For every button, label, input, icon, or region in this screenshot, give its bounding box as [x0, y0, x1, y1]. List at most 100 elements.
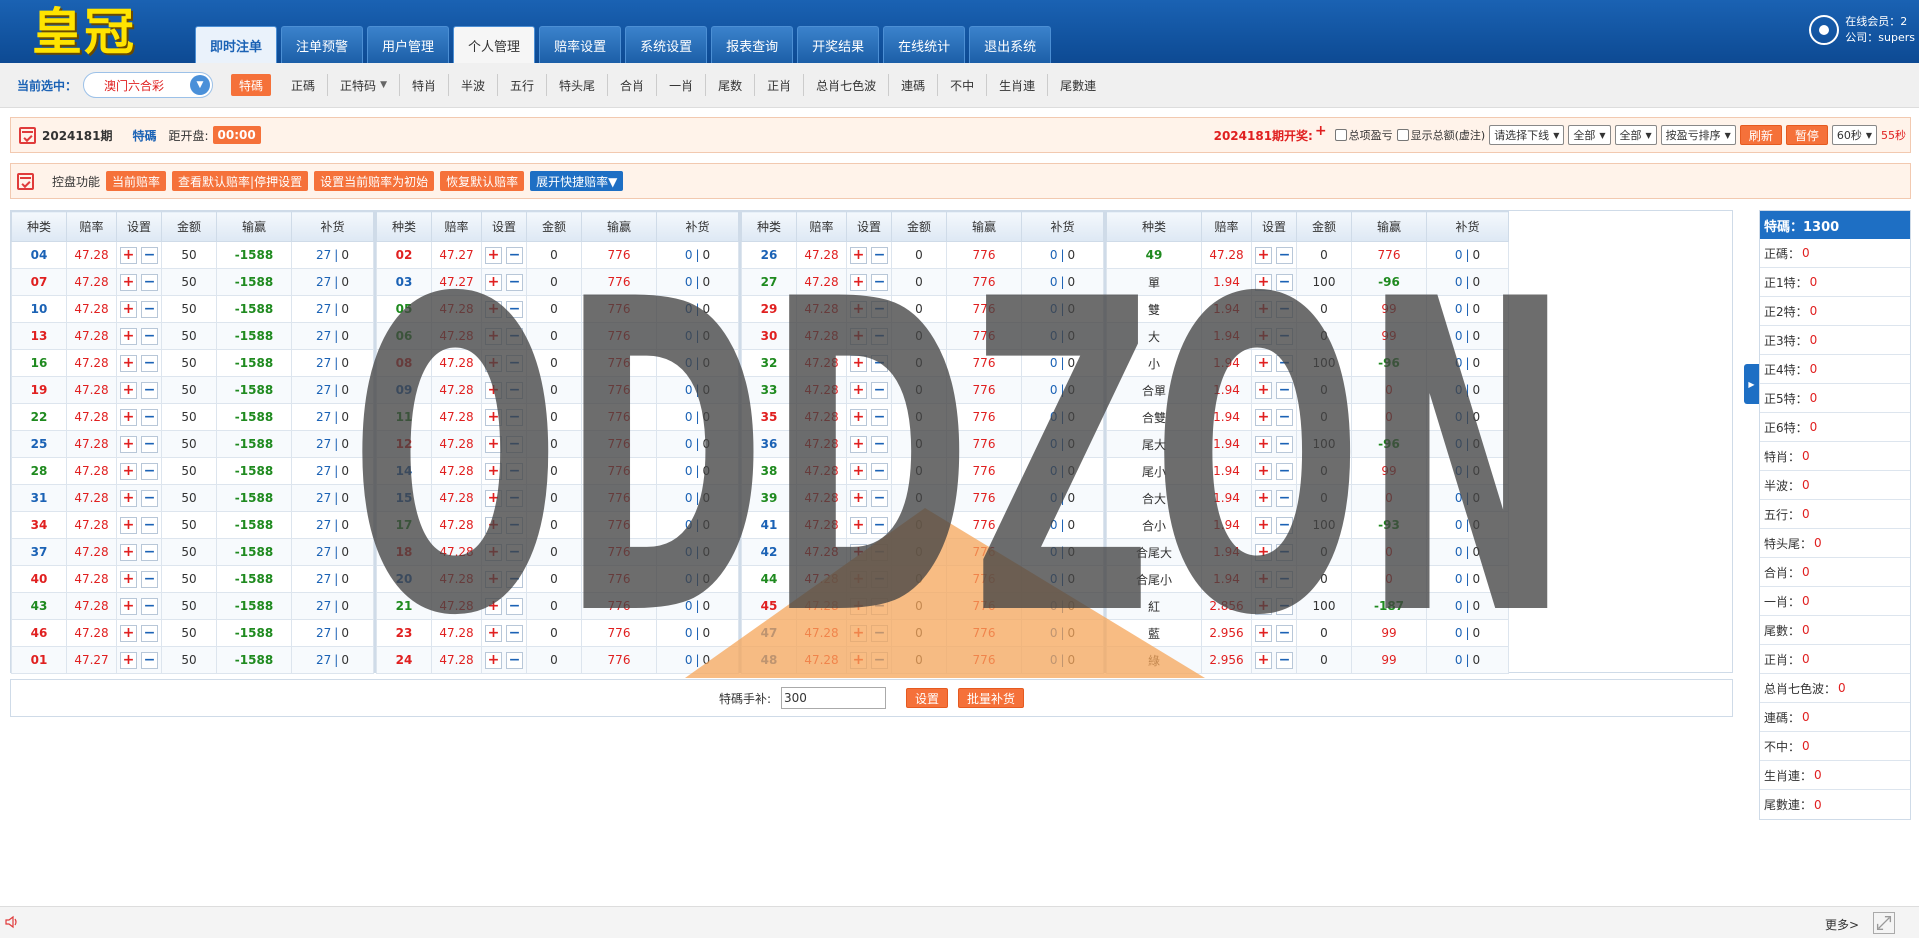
minus-icon[interactable]: −: [506, 246, 523, 264]
odds-cell[interactable]: 47.28: [796, 619, 847, 647]
restock-cell[interactable]: 27 | 0: [291, 322, 374, 350]
odds-cell[interactable]: 47.28: [66, 592, 117, 620]
minus-icon[interactable]: −: [141, 408, 158, 426]
restock-cell[interactable]: 27 | 0: [291, 268, 374, 296]
odds-cell[interactable]: 47.28: [66, 268, 117, 296]
restock-cell[interactable]: 0 | 0: [656, 511, 739, 539]
restock-cell[interactable]: 0 | 0: [656, 646, 739, 674]
restock-cell[interactable]: 0 | 0: [656, 268, 739, 296]
restock-cell[interactable]: 0 | 0: [656, 295, 739, 323]
minus-icon[interactable]: −: [871, 462, 888, 480]
plus-icon[interactable]: +: [1255, 327, 1272, 345]
plus-icon[interactable]: +: [1255, 543, 1272, 561]
game-tab-11[interactable]: 总肖七色波: [804, 74, 890, 96]
nav-tab-3[interactable]: 个人管理: [453, 26, 536, 63]
minus-icon[interactable]: −: [1276, 354, 1293, 372]
minus-icon[interactable]: −: [141, 354, 158, 372]
plus-icon[interactable]: +: [850, 624, 867, 642]
plus-icon[interactable]: +: [850, 570, 867, 588]
batch-restock-button[interactable]: 批量补货: [958, 688, 1025, 708]
total-profit-checkbox[interactable]: 总项盈亏: [1334, 127, 1393, 143]
restock-cell[interactable]: 0 | 0: [1021, 403, 1104, 431]
restock-cell[interactable]: 27 | 0: [291, 484, 374, 512]
game-tab-4[interactable]: 半波: [449, 74, 499, 96]
odds-cell[interactable]: 47.28: [66, 511, 117, 539]
odds-cell[interactable]: 47.28: [796, 646, 847, 674]
plus-icon[interactable]: +: [120, 354, 137, 372]
plus-icon[interactable]: +: [850, 381, 867, 399]
plus-icon[interactable]: +: [1255, 651, 1272, 669]
restock-cell[interactable]: 27 | 0: [291, 376, 374, 404]
minus-icon[interactable]: −: [1276, 624, 1293, 642]
plus-icon[interactable]: +: [485, 435, 502, 453]
minus-icon[interactable]: −: [871, 543, 888, 561]
odds-cell[interactable]: 2.956: [1201, 619, 1252, 647]
restock-cell[interactable]: 0 | 0: [656, 484, 739, 512]
odds-cell[interactable]: 47.28: [431, 538, 482, 566]
plus-icon[interactable]: +: [850, 327, 867, 345]
plus-icon[interactable]: +: [120, 624, 137, 642]
minus-icon[interactable]: −: [506, 570, 523, 588]
odds-cell[interactable]: 47.28: [431, 511, 482, 539]
restock-cell[interactable]: 27 | 0: [291, 592, 374, 620]
odds-cell[interactable]: 47.28: [796, 430, 847, 458]
lottery-select[interactable]: 澳门六合彩 ▼: [83, 72, 214, 98]
odds-cell[interactable]: 47.28: [66, 538, 117, 566]
plus-icon[interactable]: +: [1255, 570, 1272, 588]
odds-cell[interactable]: 47.28: [431, 619, 482, 647]
restock-cell[interactable]: 27 | 0: [291, 646, 374, 674]
minus-icon[interactable]: −: [871, 624, 888, 642]
restock-cell[interactable]: 0 | 0: [1021, 457, 1104, 485]
plus-icon[interactable]: +: [485, 462, 502, 480]
pause-button[interactable]: 暂停: [1785, 125, 1828, 145]
restock-cell[interactable]: 27 | 0: [291, 565, 374, 593]
restock-cell[interactable]: 27 | 0: [291, 457, 374, 485]
odds-cell[interactable]: 47.28: [431, 376, 482, 404]
nav-tab-4[interactable]: 赔率设置: [539, 26, 622, 63]
plus-icon[interactable]: +: [850, 300, 867, 318]
odds-cell[interactable]: 47.28: [66, 241, 117, 269]
restock-cell[interactable]: 0 | 0: [1426, 430, 1509, 458]
minus-icon[interactable]: −: [1276, 462, 1293, 480]
restock-cell[interactable]: 0 | 0: [1426, 403, 1509, 431]
game-tab-8[interactable]: 一肖: [657, 74, 707, 96]
restock-cell[interactable]: 0 | 0: [1021, 538, 1104, 566]
odds-cell[interactable]: 1.94: [1201, 268, 1252, 296]
plus-icon[interactable]: +: [485, 516, 502, 534]
plus-icon[interactable]: +: [120, 570, 137, 588]
minus-icon[interactable]: −: [141, 462, 158, 480]
odds-cell[interactable]: 47.28: [66, 403, 117, 431]
speaker-icon[interactable]: [5, 915, 19, 929]
plus-icon[interactable]: +: [485, 381, 502, 399]
minus-icon[interactable]: −: [871, 354, 888, 372]
minus-icon[interactable]: −: [141, 273, 158, 291]
restock-cell[interactable]: 0 | 0: [1021, 646, 1104, 674]
minus-icon[interactable]: −: [871, 246, 888, 264]
restock-cell[interactable]: 0 | 0: [1426, 322, 1509, 350]
restock-cell[interactable]: 0 | 0: [1426, 484, 1509, 512]
plus-icon[interactable]: +: [120, 543, 137, 561]
restock-cell[interactable]: 0 | 0: [1426, 592, 1509, 620]
restock-cell[interactable]: 0 | 0: [1021, 619, 1104, 647]
minus-icon[interactable]: −: [506, 327, 523, 345]
minus-icon[interactable]: −: [1276, 381, 1293, 399]
minus-icon[interactable]: −: [871, 381, 888, 399]
minus-icon[interactable]: −: [141, 570, 158, 588]
restock-cell[interactable]: 0 | 0: [656, 538, 739, 566]
odds-cell[interactable]: 47.28: [431, 403, 482, 431]
restock-cell[interactable]: 0 | 0: [1021, 430, 1104, 458]
odds-cell[interactable]: 1.94: [1201, 430, 1252, 458]
view-default-odds-button[interactable]: 查看默认赔率|停押设置: [172, 171, 309, 191]
restock-cell[interactable]: 0 | 0: [1021, 565, 1104, 593]
plus-icon[interactable]: +: [1255, 489, 1272, 507]
minus-icon[interactable]: −: [141, 597, 158, 615]
manual-restock-input[interactable]: 300: [781, 687, 886, 709]
minus-icon[interactable]: −: [871, 435, 888, 453]
sort-select[interactable]: 按盈亏排序 ▼: [1660, 125, 1736, 145]
odds-cell[interactable]: 47.28: [431, 565, 482, 593]
restock-cell[interactable]: 0 | 0: [1426, 538, 1509, 566]
odds-cell[interactable]: 47.27: [431, 241, 482, 269]
restock-cell[interactable]: 0 | 0: [656, 376, 739, 404]
odds-cell[interactable]: 47.28: [66, 457, 117, 485]
odds-cell[interactable]: 47.28: [796, 349, 847, 377]
